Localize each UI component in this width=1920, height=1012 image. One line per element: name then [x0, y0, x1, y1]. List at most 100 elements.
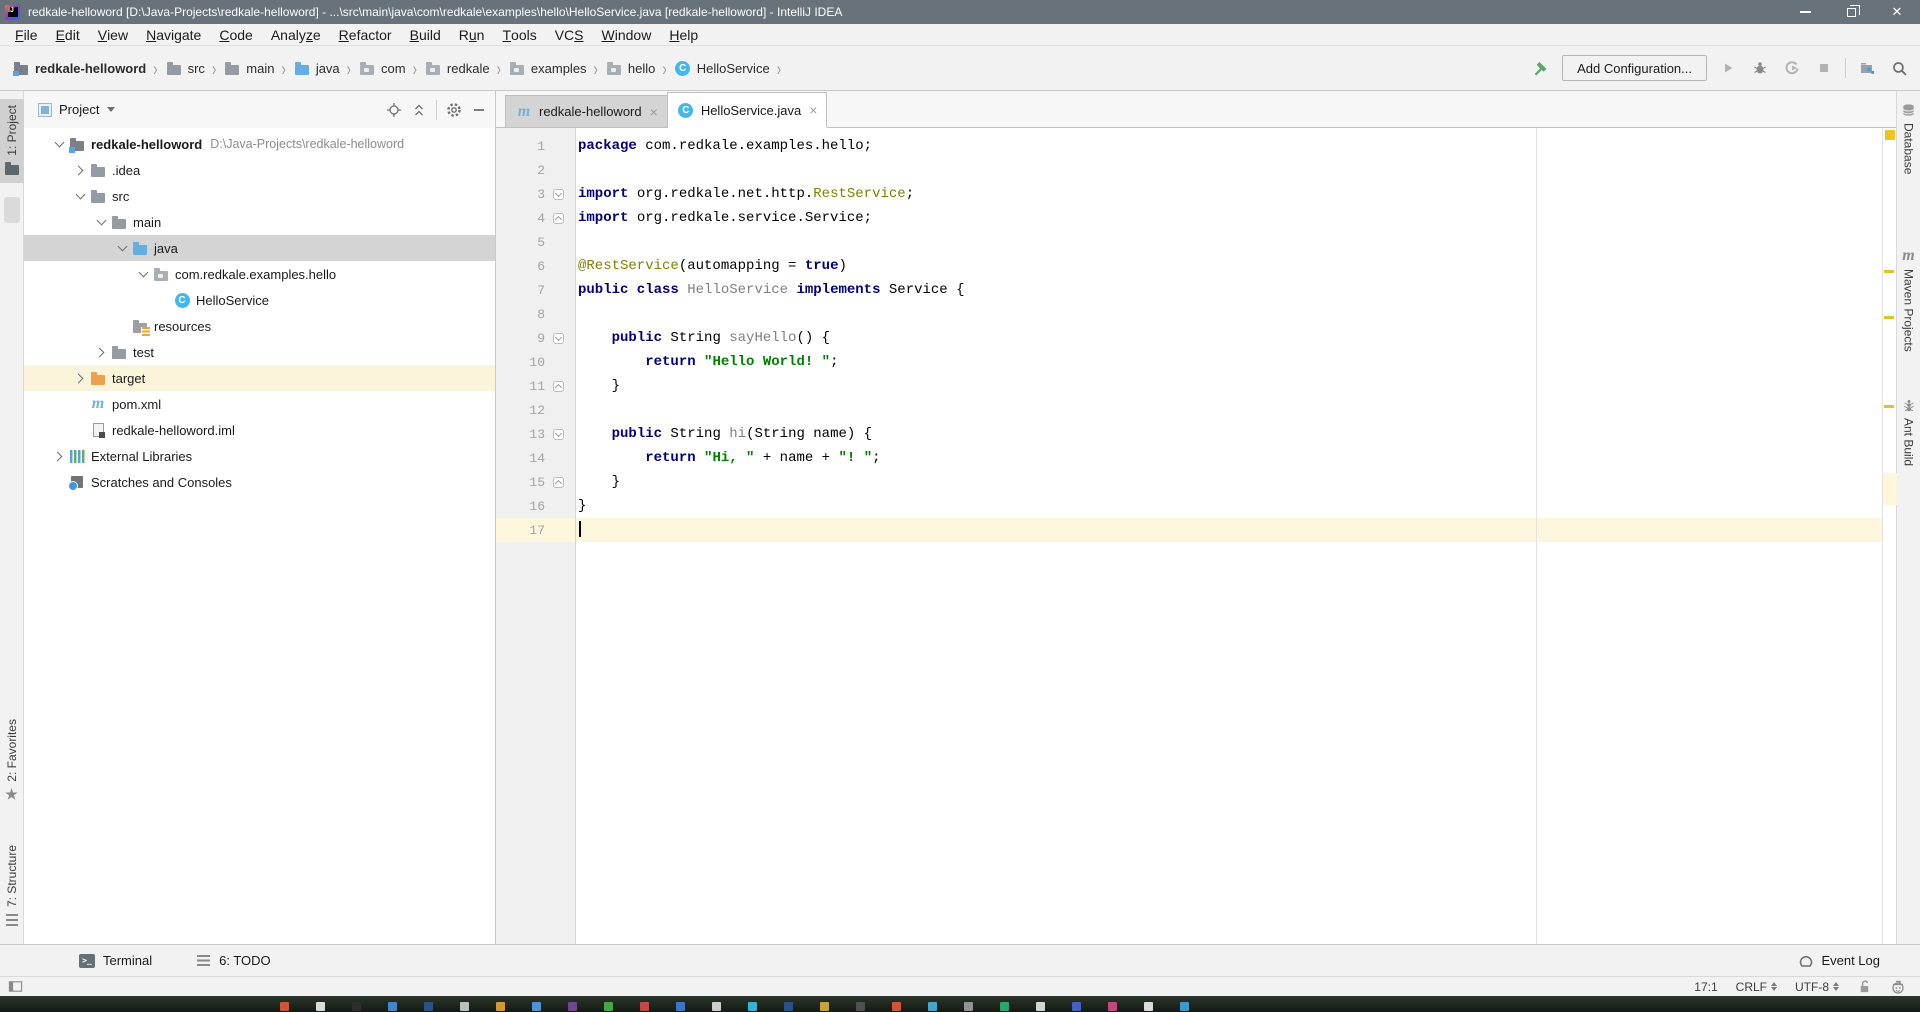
tool-stripe-handle[interactable]: [4, 197, 20, 223]
fold-marker-icon[interactable]: [553, 213, 564, 224]
menu-view[interactable]: View: [89, 24, 137, 45]
taskbar-icon[interactable]: [964, 1002, 973, 1011]
stripe-warning-mark[interactable]: [1884, 270, 1894, 273]
unlock-icon[interactable]: [1857, 979, 1872, 994]
tree-item-scratches-and-consoles[interactable]: Scratches and Consoles: [24, 469, 495, 495]
editor-tab-helloservice-java[interactable]: HelloService.java×: [667, 92, 828, 128]
chevron-down-icon[interactable]: [107, 107, 115, 116]
taskbar-icon[interactable]: [748, 1002, 757, 1011]
tree-item-com-redkale-examples-hello[interactable]: com.redkale.examples.hello: [24, 261, 495, 287]
breadcrumb-item-src[interactable]: src: [165, 60, 205, 76]
taskbar-icon[interactable]: [388, 1002, 397, 1011]
taskbar-icon[interactable]: [604, 1002, 613, 1011]
tab-close-icon[interactable]: ×: [809, 102, 817, 118]
tree-item-test[interactable]: test: [24, 339, 495, 365]
menu-refactor[interactable]: Refactor: [330, 24, 401, 45]
locate-icon[interactable]: [386, 102, 402, 118]
stripe-status-square[interactable]: [1885, 130, 1895, 140]
taskbar-icon[interactable]: [1144, 1002, 1153, 1011]
close-button[interactable]: ✕: [1874, 0, 1920, 24]
tree-item-pom-xml[interactable]: pom.xml: [24, 391, 495, 417]
encoding-widget[interactable]: UTF-8: [1795, 979, 1839, 994]
code-line-12[interactable]: [576, 398, 1882, 422]
tool-button-terminal[interactable]: Terminal: [78, 953, 152, 969]
code-line-15[interactable]: }: [576, 470, 1882, 494]
tool-button-favorites[interactable]: 2: Favorites: [0, 713, 24, 809]
run-with-coverage-icon[interactable]: [1781, 57, 1803, 79]
taskbar-icon[interactable]: [1036, 1002, 1045, 1011]
fold-marker-icon[interactable]: [553, 189, 564, 200]
code-line-3[interactable]: import org.redkale.net.http.RestService;: [576, 182, 1882, 206]
menu-navigate[interactable]: Navigate: [137, 24, 210, 45]
menu-edit[interactable]: Edit: [47, 24, 89, 45]
taskbar-icon[interactable]: [820, 1002, 829, 1011]
code-line-17[interactable]: [576, 518, 1882, 542]
add-configuration-button[interactable]: Add Configuration...: [1562, 55, 1707, 81]
taskbar-icon[interactable]: [460, 1002, 469, 1011]
tree-item-java[interactable]: java: [24, 235, 495, 261]
tool-button-event-log[interactable]: Event Log: [1798, 953, 1880, 969]
tool-button-database[interactable]: Database: [1897, 97, 1920, 180]
tree-item-resources[interactable]: resources: [24, 313, 495, 339]
code-line-9[interactable]: public String sayHello() {: [576, 326, 1882, 350]
code-line-10[interactable]: return "Hello World! ";: [576, 350, 1882, 374]
taskbar-icon[interactable]: [640, 1002, 649, 1011]
editor-tab-redkale-helloword[interactable]: redkale-helloword×: [505, 95, 668, 127]
collapse-all-icon[interactable]: [411, 102, 427, 118]
fold-marker-icon[interactable]: [553, 333, 564, 344]
tree-item-main[interactable]: main: [24, 209, 495, 235]
menu-run[interactable]: Run: [450, 24, 494, 45]
tree-item-redkale-helloword-iml[interactable]: redkale-helloword.iml: [24, 417, 495, 443]
taskbar-icon[interactable]: [568, 1002, 577, 1011]
code-line-6[interactable]: @RestService(automapping = true): [576, 254, 1882, 278]
menu-code[interactable]: Code: [210, 24, 261, 45]
code-line-5[interactable]: [576, 230, 1882, 254]
debug-icon[interactable]: [1749, 57, 1771, 79]
taskbar-icon[interactable]: [424, 1002, 433, 1011]
menu-analyze[interactable]: Analyze: [262, 24, 330, 45]
caret-position-widget[interactable]: 17:1: [1694, 980, 1717, 994]
tab-close-icon[interactable]: ×: [650, 104, 658, 120]
breadcrumb-item-java[interactable]: java: [293, 60, 340, 76]
breadcrumb-item-helloservice[interactable]: HelloService: [674, 60, 770, 76]
code-line-8[interactable]: [576, 302, 1882, 326]
menu-vcs[interactable]: VCS: [546, 24, 593, 45]
code-line-4[interactable]: import org.redkale.service.Service;: [576, 206, 1882, 230]
taskbar-icon[interactable]: [316, 1002, 325, 1011]
line-separator-widget[interactable]: CRLF: [1736, 979, 1777, 994]
tree-item-src[interactable]: src: [24, 183, 495, 209]
menu-window[interactable]: Window: [593, 24, 661, 45]
run-icon[interactable]: [1717, 57, 1739, 79]
taskbar-icon[interactable]: [532, 1002, 541, 1011]
stop-icon[interactable]: [1813, 57, 1835, 79]
taskbar-icon[interactable]: [1000, 1002, 1009, 1011]
tree-item--idea[interactable]: .idea: [24, 157, 495, 183]
breadcrumb-item-hello[interactable]: hello: [605, 60, 655, 76]
code-line-11[interactable]: }: [576, 374, 1882, 398]
breadcrumb-item-redkale-helloword[interactable]: redkale-helloword: [12, 60, 146, 76]
tree-item-target[interactable]: target: [24, 365, 495, 391]
taskbar-icon[interactable]: [856, 1002, 865, 1011]
minimize-button[interactable]: [1782, 0, 1828, 24]
hector-inspections-icon[interactable]: [1890, 979, 1906, 995]
restore-button[interactable]: [1828, 0, 1874, 24]
menu-tools[interactable]: Tools: [493, 24, 545, 45]
breadcrumb-item-com[interactable]: com: [358, 60, 406, 76]
taskbar-icon[interactable]: [280, 1002, 289, 1011]
fold-marker-icon[interactable]: [553, 477, 564, 488]
fold-marker-icon[interactable]: [553, 429, 564, 440]
tree-item-redkale-helloword[interactable]: redkale-hellowordD:\Java-Projects\redkal…: [24, 131, 495, 157]
taskbar-icon[interactable]: [676, 1002, 685, 1011]
stripe-warning-mark[interactable]: [1884, 316, 1894, 319]
taskbar-icon[interactable]: [928, 1002, 937, 1011]
taskbar-icon[interactable]: [1108, 1002, 1117, 1011]
menu-build[interactable]: Build: [401, 24, 450, 45]
breadcrumb-item-examples[interactable]: examples: [508, 60, 587, 76]
breadcrumb-item-main[interactable]: main: [223, 60, 274, 76]
tree-item-external-libraries[interactable]: External Libraries: [24, 443, 495, 469]
build-hammer-icon[interactable]: [1530, 57, 1552, 79]
taskbar-icon[interactable]: [1180, 1002, 1189, 1011]
fold-marker-icon[interactable]: [553, 381, 564, 392]
code-area[interactable]: package com.redkale.examples.hello;impor…: [576, 128, 1882, 944]
taskbar-icon[interactable]: [892, 1002, 901, 1011]
